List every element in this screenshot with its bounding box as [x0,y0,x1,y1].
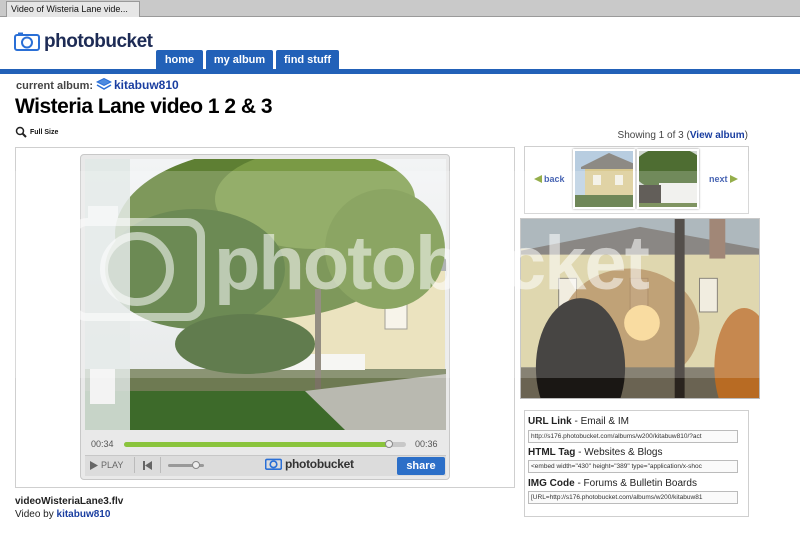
control-divider [160,457,161,473]
page-title: Wisteria Lane video 1 2 & 3 [15,95,273,118]
full-size-label: Full Size [30,128,59,136]
html-tag-subtitle: - Websites & Blogs [575,447,663,458]
video-by-label: Video by [15,509,57,520]
camera-icon [14,32,40,51]
pager-status: Showing 1 of 3 (View album) [618,130,748,141]
current-album-label: current album: [16,80,94,92]
nav-underline [0,69,800,74]
img-code-subtitle: - Forums & Bulletin Boards [574,478,697,489]
html-tag-label: HTML Tag - Websites & Blogs [528,447,662,458]
url-link-title: URL Link [528,416,572,427]
album-name-link[interactable]: kitabuw810 [114,78,179,92]
logo-text: photobucket [44,31,153,52]
play-icon [90,460,98,470]
time-total: 00:36 [415,439,438,449]
pager-close-paren: ) [744,130,748,141]
url-link-label: URL Link - Email & IM [528,416,629,427]
html-tag-field[interactable]: <embed width="430" height="389" type="ap… [528,460,738,473]
album-stack-icon [96,78,112,90]
time-elapsed: 00:34 [91,439,114,449]
full-size-link[interactable]: Full Size [15,126,58,138]
url-link-field[interactable]: http://s176.photobucket.com/albums/w200/… [528,430,738,443]
rewind-icon[interactable] [143,461,152,470]
play-label: PLAY [101,460,124,470]
site-logo[interactable]: photobucket [14,30,153,54]
player-brand-text: photobucket [285,457,354,471]
play-button[interactable]: PLAY [90,460,123,470]
nav-tab-home[interactable]: home [156,50,203,70]
progress-bar[interactable] [124,442,406,447]
video-filename: videoWisteriaLane3.flv [15,496,124,507]
html-tag-title: HTML Tag [528,447,576,458]
video-byline: Video by kitabuw810 [15,509,110,520]
nav-tab-find-stuff[interactable]: find stuff [276,50,339,70]
progress-fill [124,442,390,447]
img-code-field[interactable]: [URL=http://s176.photobucket.com/albums/… [528,491,738,504]
nav-tab-my-album[interactable]: my album [206,50,273,70]
url-link-subtitle: - Email & IM [571,416,629,427]
view-album-link[interactable]: View album [690,130,745,141]
author-link[interactable]: kitabuw810 [57,509,111,520]
img-code-title: IMG Code [528,478,575,489]
volume-handle[interactable] [192,461,200,469]
watermark-band [0,171,800,378]
pager-showing-text: Showing 1 of 3 ( [617,130,690,141]
magnifier-icon [15,126,27,138]
player-brand: photobucket [265,457,354,471]
control-divider [134,457,135,473]
camera-icon [265,458,282,471]
browser-tab[interactable]: Video of Wisteria Lane vide... [6,1,140,17]
img-code-label: IMG Code - Forums & Bulletin Boards [528,478,697,489]
page: { "browser": {"tab_title": "Video of Wis… [0,0,800,534]
share-button[interactable]: share [397,457,445,475]
